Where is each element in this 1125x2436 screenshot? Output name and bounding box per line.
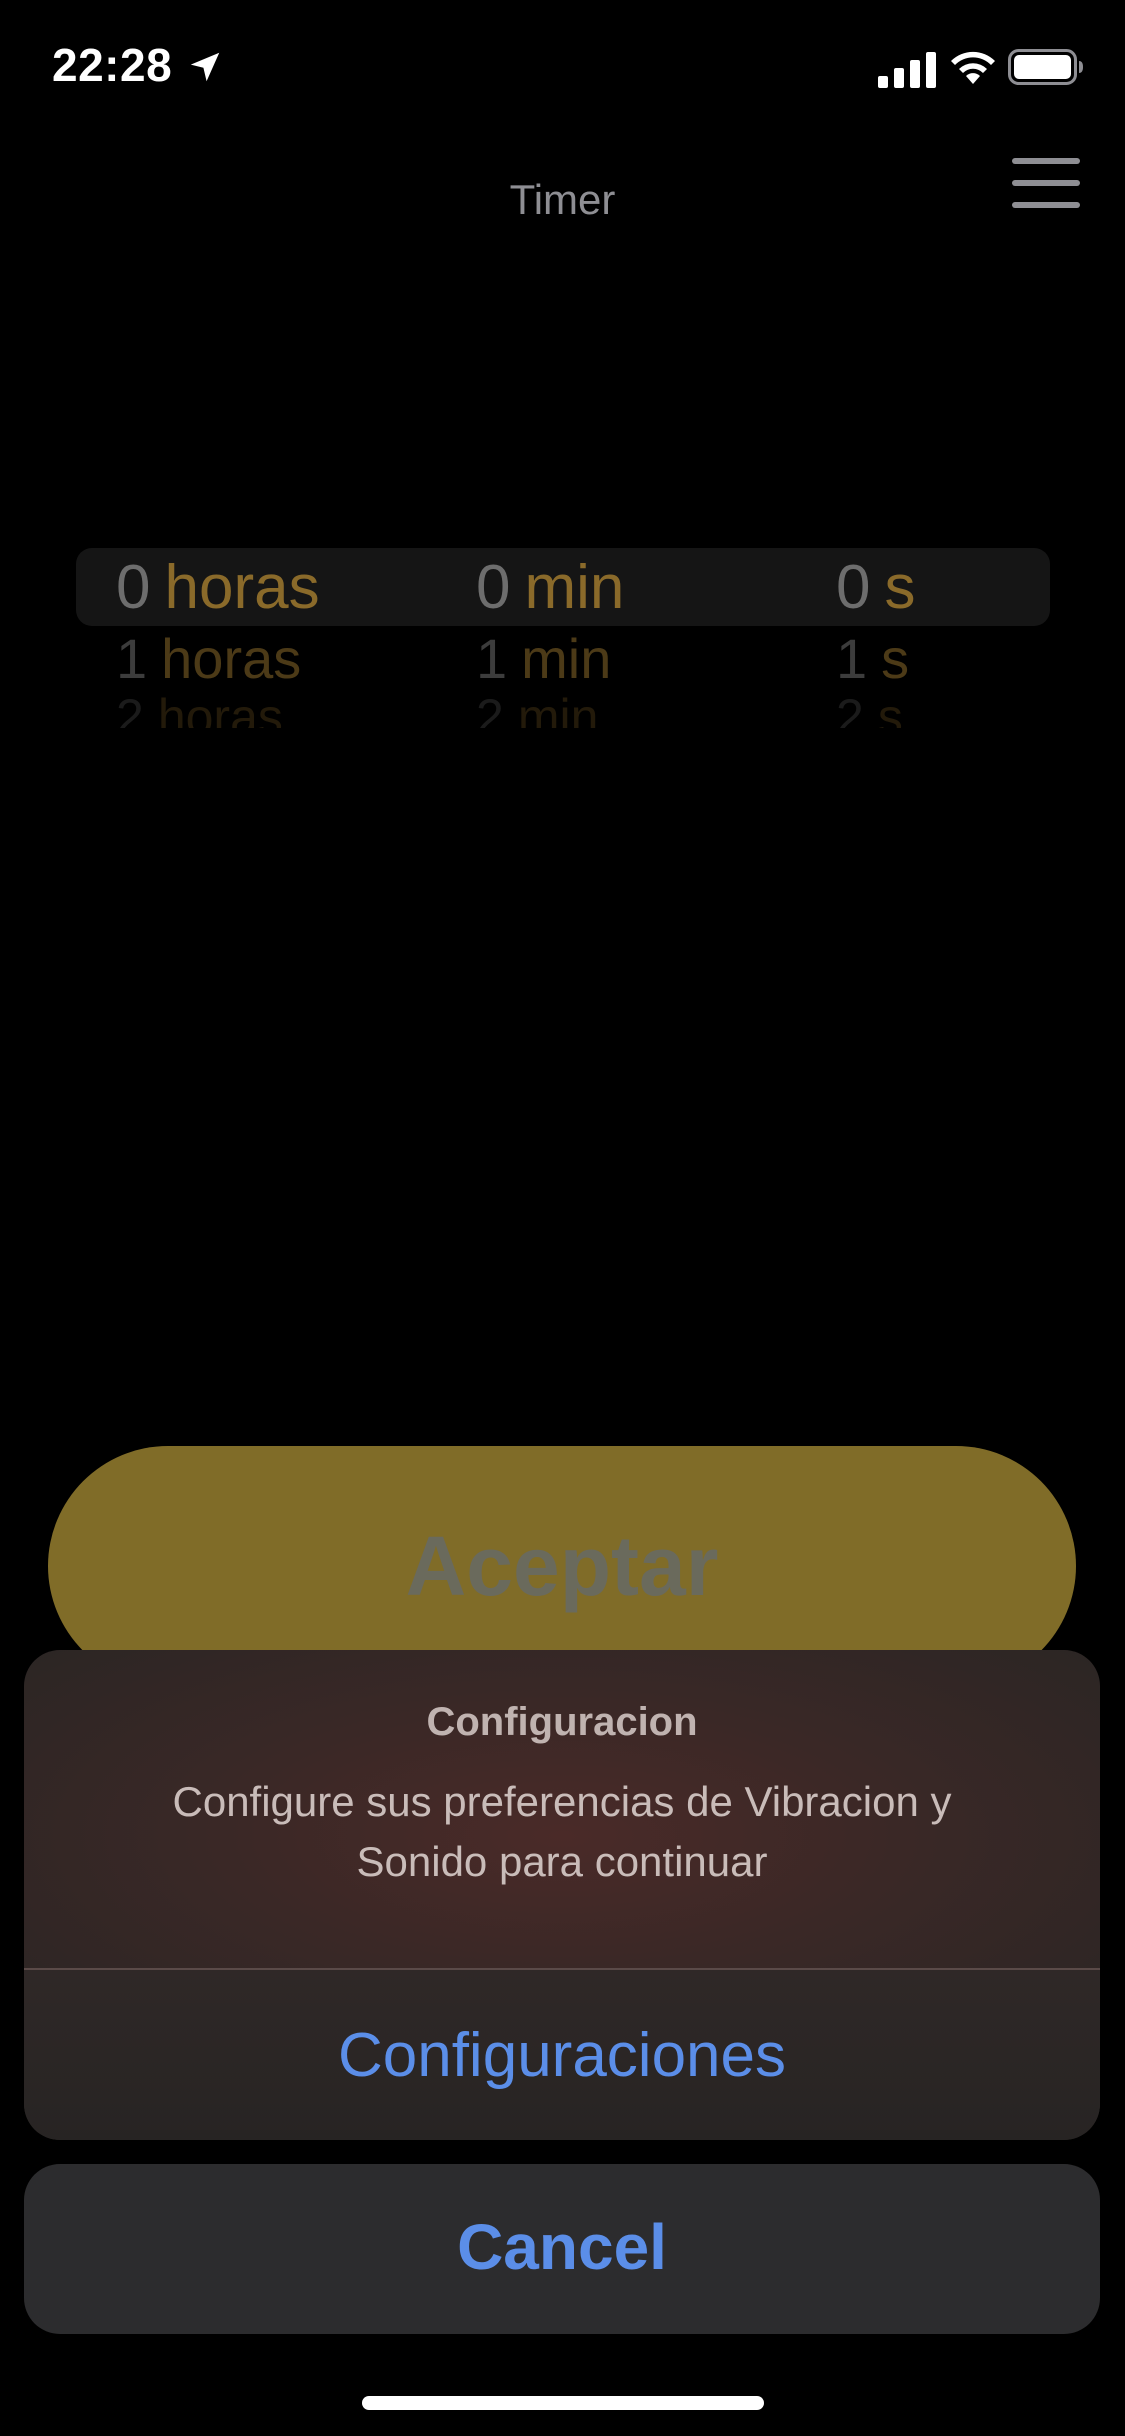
picker-row-minutes[interactable]: 1 min	[476, 626, 611, 691]
status-bar: 22:28	[0, 0, 1125, 140]
page-title: Timer	[509, 176, 616, 223]
signal-icon	[878, 52, 936, 88]
action-sheet-message: Configure sus preferencias de Vibracion …	[172, 1778, 952, 1885]
picker-row-seconds-selected[interactable]: 0s	[836, 552, 915, 623]
cancel-button[interactable]: Cancel	[24, 2164, 1100, 2334]
action-sheet-header: Configuracion Configure sus preferencias…	[24, 1650, 1100, 1968]
picker-row-hours[interactable]: 1 horas	[116, 626, 301, 691]
picker-row-minutes-selected[interactable]: 0 min	[476, 552, 624, 623]
configuraciones-button[interactable]: Configuraciones	[24, 1970, 1100, 2140]
cancel-button-label: Cancel	[457, 2211, 667, 2283]
accept-button-label: Aceptar	[405, 1519, 719, 1613]
picker-row-minutes[interactable]: 2 min	[476, 688, 598, 728]
hamburger-menu-icon[interactable]	[1012, 158, 1080, 208]
duration-picker[interactable]: 0 horas 1 horas 2 horas 0 min 1 min 2 min 0s 1…	[76, 548, 1050, 738]
picker-row-seconds[interactable]: 2s	[836, 688, 903, 728]
picker-column-hours[interactable]: 0 horas 1 horas 2 horas	[116, 548, 376, 738]
picker-row-seconds[interactable]: 1s	[836, 626, 909, 691]
picker-row-hours[interactable]: 2 horas	[116, 688, 283, 728]
location-icon	[190, 52, 220, 82]
picker-row-hours-selected[interactable]: 0 horas	[116, 552, 320, 623]
picker-column-minutes[interactable]: 0 min 1 min 2 min	[476, 548, 716, 738]
battery-icon	[1008, 49, 1083, 85]
picker-column-seconds[interactable]: 0s 1s 2s	[836, 548, 996, 738]
wifi-icon	[951, 51, 995, 84]
action-sheet: Configuracion Configure sus preferencias…	[24, 1650, 1100, 2140]
configuraciones-button-label: Configuraciones	[337, 2021, 787, 2090]
status-time: 22:28	[52, 39, 173, 91]
action-sheet-title: Configuracion	[426, 1700, 698, 1744]
home-indicator[interactable]	[362, 2396, 764, 2410]
